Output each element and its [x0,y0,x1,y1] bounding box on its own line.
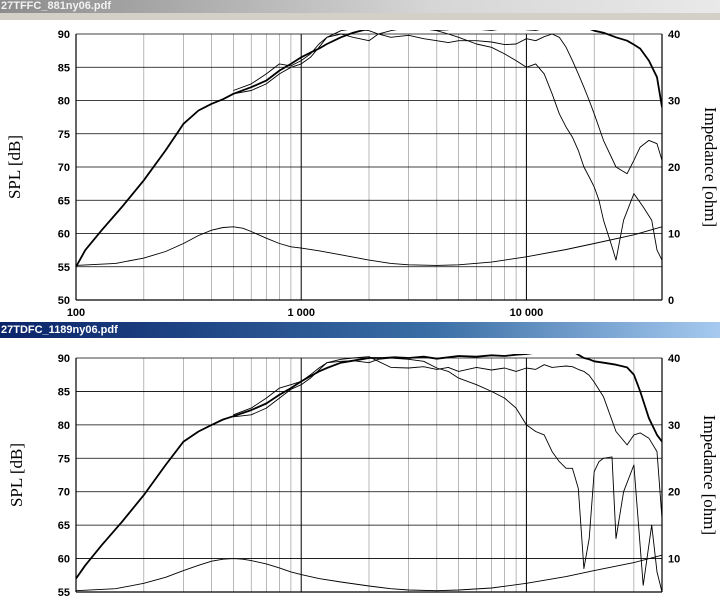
y-axis-label: SPL [dB] [7,443,26,507]
y-tick-label: 75 [58,453,70,465]
window-title-bar-bottom[interactable]: 27TDFC_1189ny06.pdf [0,322,720,338]
y2-tick-label: 40 [668,29,680,41]
y-tick-label: 55 [58,587,70,599]
top-document-window: 27TFFC_881ny06.pdf 50 55 60 65 70 75 80 85 90 0 10… [0,0,720,320]
y-tick-label: 50 [58,295,70,307]
window-title-bottom: 27TDFC_1189ny06.pdf [1,324,118,336]
y-tick-label: 70 [58,162,70,174]
y2-tick-label: 30 [668,96,680,108]
y-tick-label: 85 [58,386,70,398]
x-tick-label: 100 [67,307,85,319]
y-tick-label: 65 [58,195,70,207]
y-tick-label: 65 [58,520,70,532]
y-tick-label: 55 [58,262,70,274]
y2-axis-label: Impedance [ohm] [701,107,720,227]
y2-tick-label: 40 [668,353,680,365]
y2-tick-label: 10 [668,229,680,241]
y-tick-label: 80 [58,420,70,432]
y2-tick-label: 30 [668,420,680,432]
x-tick-label: 1 000 [287,307,315,319]
y2-tick-label: 20 [668,487,680,499]
x-tick-label: 10 000 [510,307,544,319]
y-tick-label: 90 [58,29,70,41]
y-tick-label: 60 [58,229,70,241]
y-tick-label: 90 [58,353,70,365]
bottom-document-window: 55 60 65 70 75 80 85 90 10 20 30 40 SPL [dB] Impedanc… [0,320,720,605]
y-tick-label: 75 [58,129,70,141]
y-tick-label: 70 [58,487,70,499]
spl-impedance-chart-bottom: 55 60 65 70 75 80 85 90 10 20 30 40 SPL [dB] Impedanc… [7,353,719,599]
y2-tick-label: 0 [668,295,674,307]
y2-tick-label: 20 [668,162,680,174]
y-tick-label: 85 [58,62,70,74]
y-axis-label: SPL [dB] [5,135,24,199]
y2-tick-label: 10 [668,554,680,566]
y2-axis-label: Impedance [ohm] [700,415,719,535]
y-tick-label: 60 [58,554,70,566]
spl-impedance-chart-top: 50 55 60 65 70 75 80 85 90 0 10 20 30 40 100 1 000 10 00… [5,29,720,319]
y-tick-label: 80 [58,96,70,108]
